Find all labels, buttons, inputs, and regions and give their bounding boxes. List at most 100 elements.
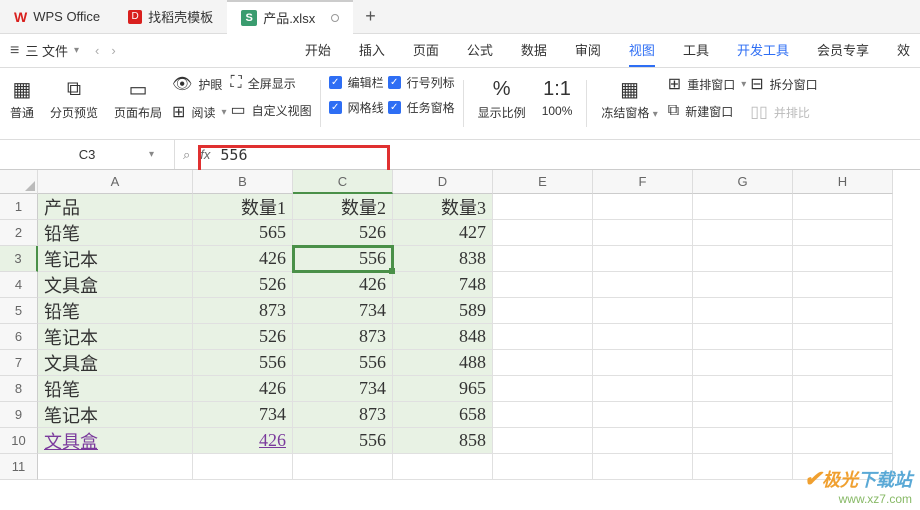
menu-review[interactable]: 审阅 bbox=[575, 34, 601, 67]
gridlines-toggle[interactable]: ✓网格线 bbox=[329, 99, 384, 116]
name-box[interactable]: C3 ▾ bbox=[0, 140, 175, 169]
cell[interactable] bbox=[593, 376, 693, 402]
cell[interactable] bbox=[593, 402, 693, 428]
rowcol-toggle[interactable]: ✓行号列标 bbox=[388, 74, 455, 91]
cell[interactable]: 426 bbox=[193, 246, 293, 272]
cell[interactable] bbox=[793, 272, 893, 298]
new-tab-button[interactable]: + bbox=[353, 6, 388, 27]
read-button[interactable]: ⊞阅读▾ bbox=[172, 102, 226, 122]
cell[interactable]: 数量3 bbox=[393, 194, 493, 220]
menu-page[interactable]: 页面 bbox=[413, 34, 439, 67]
cell[interactable] bbox=[593, 350, 693, 376]
cell[interactable] bbox=[693, 402, 793, 428]
cell[interactable]: 文具盒 bbox=[38, 272, 193, 298]
cell[interactable] bbox=[493, 298, 593, 324]
cell[interactable]: 556 bbox=[293, 428, 393, 454]
cell[interactable]: 526 bbox=[193, 272, 293, 298]
menu-data[interactable]: 数据 bbox=[521, 34, 547, 67]
cell[interactable]: 858 bbox=[393, 428, 493, 454]
col-header-H[interactable]: H bbox=[793, 170, 893, 194]
cell[interactable]: 笔记本 bbox=[38, 324, 193, 350]
cell[interactable] bbox=[493, 454, 593, 480]
row-header[interactable]: 11 bbox=[0, 454, 38, 480]
cell[interactable] bbox=[693, 454, 793, 480]
cell[interactable]: 数量1 bbox=[193, 194, 293, 220]
row-header[interactable]: 4 bbox=[0, 272, 38, 298]
cell[interactable]: 426 bbox=[193, 376, 293, 402]
cell[interactable]: 526 bbox=[193, 324, 293, 350]
col-header-C[interactable]: C bbox=[293, 170, 393, 194]
cell[interactable] bbox=[593, 246, 693, 272]
cell[interactable] bbox=[693, 220, 793, 246]
app-tab-wps[interactable]: W WPS Office bbox=[0, 0, 114, 34]
col-header-G[interactable]: G bbox=[693, 170, 793, 194]
cell[interactable]: 556 bbox=[193, 350, 293, 376]
col-header-B[interactable]: B bbox=[193, 170, 293, 194]
cell[interactable] bbox=[593, 324, 693, 350]
cell[interactable]: 748 bbox=[393, 272, 493, 298]
cell[interactable]: 734 bbox=[193, 402, 293, 428]
cell[interactable]: 565 bbox=[193, 220, 293, 246]
cell[interactable]: 426 bbox=[193, 428, 293, 454]
view-normal-button[interactable]: ▦ 普通 bbox=[4, 74, 40, 123]
cell[interactable] bbox=[793, 376, 893, 402]
menu-insert[interactable]: 插入 bbox=[359, 34, 385, 67]
cell[interactable] bbox=[493, 246, 593, 272]
menu-effect[interactable]: 效 bbox=[897, 34, 910, 67]
cell[interactable]: 笔记本 bbox=[38, 402, 193, 428]
row-header[interactable]: 8 bbox=[0, 376, 38, 402]
cell[interactable] bbox=[593, 428, 693, 454]
select-all-corner[interactable] bbox=[0, 170, 38, 194]
cell[interactable] bbox=[493, 272, 593, 298]
newwindow-button[interactable]: ⧉新建窗口 bbox=[668, 102, 746, 120]
formula-input[interactable]: 556 bbox=[220, 146, 247, 164]
cell[interactable] bbox=[593, 220, 693, 246]
sidebyside-button[interactable]: ▯▯并排比 bbox=[750, 102, 817, 122]
cell[interactable] bbox=[693, 298, 793, 324]
cell[interactable] bbox=[493, 428, 593, 454]
cell[interactable] bbox=[693, 350, 793, 376]
cell[interactable] bbox=[693, 272, 793, 298]
cell[interactable]: 数量2 bbox=[293, 194, 393, 220]
cell[interactable]: 589 bbox=[393, 298, 493, 324]
cell[interactable] bbox=[493, 324, 593, 350]
cell[interactable] bbox=[493, 402, 593, 428]
file-menu-button[interactable]: ≡ 三 文件 ▾ bbox=[0, 41, 89, 60]
cell[interactable] bbox=[693, 194, 793, 220]
cell[interactable]: 铅笔 bbox=[38, 298, 193, 324]
row-header[interactable]: 1 bbox=[0, 194, 38, 220]
cell[interactable] bbox=[293, 454, 393, 480]
row-header[interactable]: 9 bbox=[0, 402, 38, 428]
cell[interactable] bbox=[493, 376, 593, 402]
cell[interactable]: 文具盒 bbox=[38, 350, 193, 376]
cell[interactable]: 488 bbox=[393, 350, 493, 376]
cell[interactable]: 铅笔 bbox=[38, 376, 193, 402]
editbar-toggle[interactable]: ✓编辑栏 bbox=[329, 74, 384, 91]
col-header-F[interactable]: F bbox=[593, 170, 693, 194]
cell[interactable]: 556 bbox=[293, 246, 393, 272]
cell[interactable] bbox=[593, 454, 693, 480]
cell[interactable] bbox=[793, 350, 893, 376]
app-tab-file[interactable]: S 产品.xlsx bbox=[227, 0, 353, 34]
cell[interactable] bbox=[793, 402, 893, 428]
cell[interactable] bbox=[393, 454, 493, 480]
cell[interactable]: 873 bbox=[293, 402, 393, 428]
row-header[interactable]: 5 bbox=[0, 298, 38, 324]
cell[interactable] bbox=[693, 376, 793, 402]
taskpane-toggle[interactable]: ✓任务窗格 bbox=[388, 99, 455, 116]
caret-left-icon[interactable]: ‹ bbox=[89, 43, 105, 58]
cell[interactable]: 965 bbox=[393, 376, 493, 402]
cell[interactable]: 产品 bbox=[38, 194, 193, 220]
col-header-A[interactable]: A bbox=[38, 170, 193, 194]
cell[interactable]: 文具盒 bbox=[38, 428, 193, 454]
cell[interactable]: 658 bbox=[393, 402, 493, 428]
zoom-100-button[interactable]: 1:1 100% bbox=[536, 74, 579, 120]
cell[interactable] bbox=[693, 428, 793, 454]
eyecare-button[interactable]: 👁护眼 bbox=[172, 74, 226, 94]
row-header[interactable]: 7 bbox=[0, 350, 38, 376]
row-header[interactable]: 6 bbox=[0, 324, 38, 350]
zoom-ratio-button[interactable]: % 显示比例 bbox=[472, 74, 532, 123]
cell[interactable] bbox=[793, 194, 893, 220]
fullscreen-button[interactable]: ⛶全屏显示 bbox=[231, 74, 312, 92]
row-header[interactable]: 10 bbox=[0, 428, 38, 454]
